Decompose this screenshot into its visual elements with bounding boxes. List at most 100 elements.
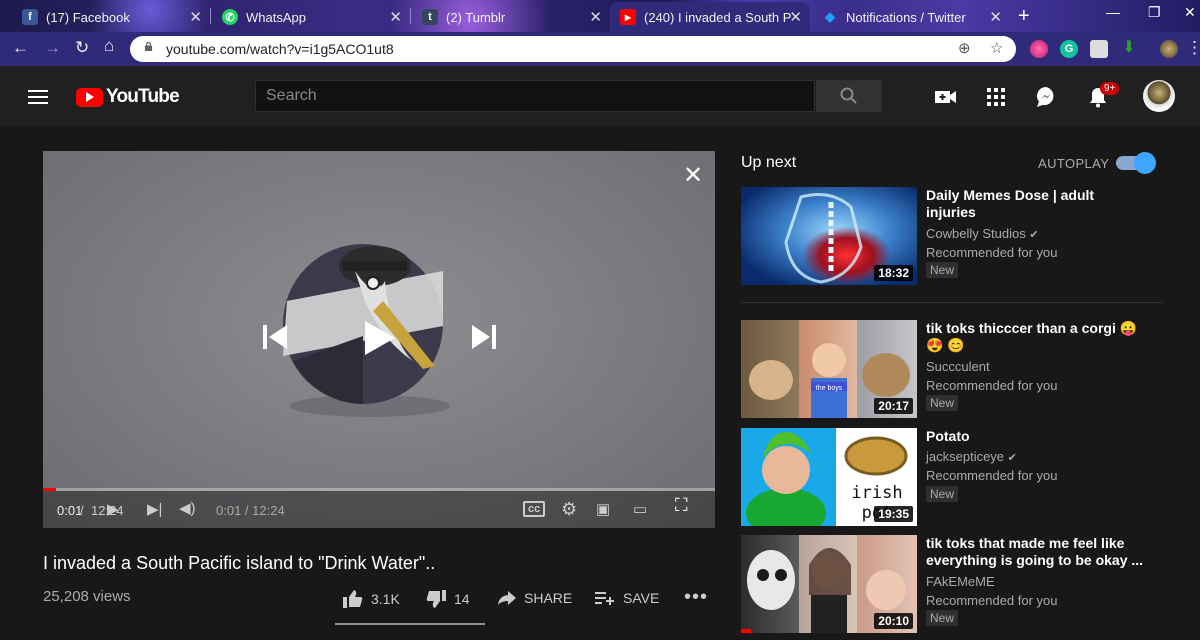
- channel-name[interactable]: Cowbelly Studios ✔: [926, 226, 1039, 241]
- download-icon[interactable]: ⬇: [1120, 40, 1138, 58]
- close-tab-icon[interactable]: ✕: [989, 8, 1002, 26]
- video-thumbnail[interactable]: the boys 20:17: [741, 320, 917, 418]
- volume-icon[interactable]: ◀): [179, 499, 196, 517]
- video-title[interactable]: Daily Memes Dose | adult injuries: [926, 187, 1146, 221]
- dislike-button[interactable]: 14: [426, 590, 470, 608]
- video-title[interactable]: tik toks thicccer than a corgi 😛 😍 😊: [926, 320, 1146, 354]
- whatsapp-icon: ✆: [222, 9, 238, 25]
- video-duration: 19:35: [874, 506, 913, 522]
- close-tab-icon[interactable]: ✕: [189, 8, 202, 26]
- youtube-icon: ▶: [620, 9, 636, 25]
- sticker-text: the boys: [816, 385, 843, 392]
- hamburger-menu-icon[interactable]: [28, 90, 48, 104]
- address-bar[interactable]: youtube.com/watch?v=i1g5ACO1ut8 ⊕ ☆: [130, 36, 1016, 62]
- youtube-play-logo-icon: [76, 87, 103, 107]
- close-tab-icon[interactable]: ✕: [789, 8, 802, 26]
- save-button[interactable]: SAVE: [595, 590, 659, 606]
- miniplayer-icon[interactable]: ▣: [596, 500, 610, 518]
- reload-icon[interactable]: ↻: [75, 38, 89, 58]
- maximize-icon[interactable]: ❐: [1148, 4, 1161, 21]
- messages-icon[interactable]: [1034, 86, 1058, 108]
- skip-next-icon[interactable]: ▶|: [147, 500, 162, 518]
- up-next-video[interactable]: 20:10 tik toks that made me feel like ev…: [741, 535, 1200, 635]
- browser-tab-twitter[interactable]: ◆ Notifications / Twitter ✕: [812, 2, 1010, 32]
- forward-icon[interactable]: →: [44, 38, 61, 58]
- new-badge: New: [926, 610, 959, 626]
- up-next-heading: Up next: [741, 154, 797, 171]
- logo-text: YouTube: [106, 86, 180, 107]
- tab-title: (2) Tumblr: [446, 9, 506, 25]
- more-actions-icon[interactable]: •••: [684, 586, 708, 609]
- verified-icon: ✔: [1007, 452, 1017, 464]
- video-title[interactable]: Potato: [926, 428, 1146, 445]
- search-input[interactable]: [256, 81, 814, 111]
- previous-video-icon[interactable]: [261, 323, 289, 351]
- captions-icon[interactable]: cc: [523, 501, 546, 517]
- new-badge: New: [926, 395, 959, 411]
- time-display: 0:01 / 12:24: [216, 503, 285, 518]
- menu-dots-icon[interactable]: ⋮: [1186, 38, 1200, 58]
- tab-title: Notifications / Twitter: [846, 9, 966, 25]
- video-player[interactable]: ✕ 0:01 / 12:24 ▶ ▶| ◀) 0:01 / 12:24 cc ⚙…: [43, 151, 715, 528]
- extension-icon[interactable]: [1090, 40, 1108, 58]
- browser-tab-facebook[interactable]: f (17) Facebook ✕: [12, 2, 210, 32]
- youtube-logo[interactable]: YouTube: [76, 86, 180, 108]
- share-arrow-icon: [498, 591, 516, 605]
- extension-icon[interactable]: [1030, 40, 1048, 58]
- apps-grid-icon[interactable]: [984, 86, 1008, 108]
- up-next-video[interactable]: 18:32 Daily Memes Dose | adult injuries …: [741, 187, 1200, 287]
- channel-name-text: Cowbelly Studios: [926, 226, 1026, 241]
- bookmark-star-icon[interactable]: ☆: [990, 39, 1003, 57]
- video-thumbnail[interactable]: irishpot 19:35: [741, 428, 917, 526]
- back-icon[interactable]: ←: [12, 38, 29, 58]
- view-count: 25,208 views: [43, 588, 131, 605]
- toggle-knob: [1134, 152, 1156, 174]
- fullscreen-icon[interactable]: ⛶: [675, 495, 688, 516]
- video-thumbnail[interactable]: 20:10: [741, 535, 917, 633]
- zoom-icon[interactable]: ⊕: [958, 39, 971, 57]
- next-video-icon[interactable]: [470, 323, 498, 351]
- new-badge: New: [926, 262, 959, 278]
- video-title[interactable]: tik toks that made me feel like everythi…: [926, 535, 1146, 569]
- search-button[interactable]: [816, 80, 882, 112]
- like-button[interactable]: 3.1K: [343, 590, 400, 608]
- close-window-icon[interactable]: ✕: [1184, 4, 1196, 21]
- channel-name[interactable]: Succculent: [926, 359, 990, 374]
- share-label: SHARE: [524, 590, 573, 606]
- autoplay-label: AUTOPLAY: [1038, 156, 1110, 171]
- new-tab-button[interactable]: +: [1018, 5, 1030, 28]
- new-badge: New: [926, 486, 959, 502]
- close-tab-icon[interactable]: ✕: [389, 8, 402, 26]
- up-next-video[interactable]: irishpot 19:35 Potato jacksepticeye ✔ Re…: [741, 428, 1200, 528]
- home-icon[interactable]: ⌂: [104, 36, 114, 56]
- channel-name[interactable]: jacksepticeye ✔: [926, 449, 1017, 464]
- close-endscreen-icon[interactable]: ✕: [683, 161, 703, 190]
- tab-title: (240) I invaded a South Pac: [644, 9, 792, 25]
- notification-badge: 9+: [1100, 82, 1120, 95]
- channel-name[interactable]: FAkEMeME: [926, 574, 995, 589]
- close-tab-icon[interactable]: ✕: [589, 8, 602, 26]
- browser-tab-tumblr[interactable]: t (2) Tumblr ✕: [412, 2, 610, 32]
- browser-tab-strip: f (17) Facebook ✕ ✆ WhatsApp ✕ t (2) Tum…: [0, 0, 1200, 32]
- play-small-icon[interactable]: ▶: [107, 500, 119, 518]
- section-divider: [741, 302, 1163, 303]
- share-button[interactable]: SHARE: [498, 590, 572, 606]
- recommendation-reason: Recommended for you: [926, 468, 1058, 483]
- url-text: youtube.com/watch?v=i1g5ACO1ut8: [166, 41, 394, 57]
- create-video-icon[interactable]: [934, 86, 958, 108]
- up-next-video[interactable]: the boys 20:17 tik toks thicccer than a …: [741, 320, 1200, 420]
- account-avatar[interactable]: [1143, 80, 1175, 112]
- theater-mode-icon[interactable]: ▭: [633, 500, 647, 518]
- autoplay-toggle[interactable]: [1116, 152, 1156, 174]
- browser-tab-youtube[interactable]: ▶ (240) I invaded a South Pac ✕: [610, 2, 810, 32]
- profile-avatar-icon[interactable]: [1160, 40, 1178, 58]
- grammarly-icon[interactable]: G: [1060, 40, 1078, 58]
- settings-gear-icon[interactable]: ⚙: [561, 499, 577, 520]
- minimize-icon[interactable]: —: [1106, 4, 1120, 20]
- lock-icon: [144, 42, 153, 51]
- browser-tab-whatsapp[interactable]: ✆ WhatsApp ✕: [212, 2, 410, 32]
- like-count: 3.1K: [371, 591, 400, 607]
- play-icon[interactable]: [363, 319, 397, 357]
- tumblr-icon: t: [422, 9, 438, 25]
- video-thumbnail[interactable]: 18:32: [741, 187, 917, 285]
